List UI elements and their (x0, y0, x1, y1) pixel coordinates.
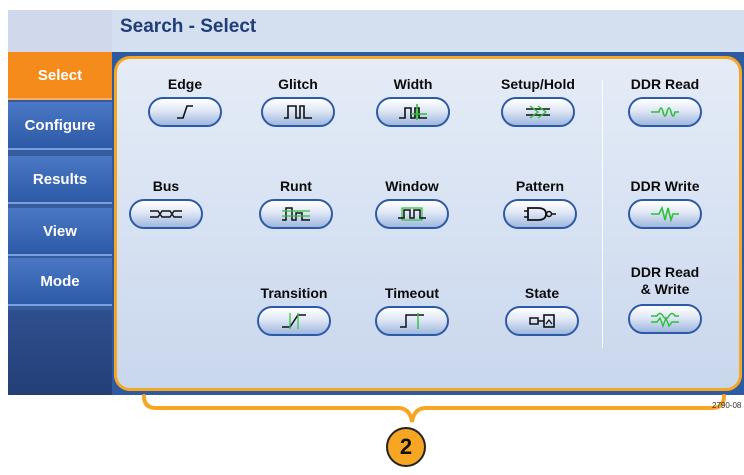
window-button[interactable] (375, 199, 449, 229)
page-title: Search - Select (120, 16, 257, 37)
sidebar-item-select[interactable]: Select (8, 52, 112, 100)
window-icon (398, 207, 426, 221)
pattern-button[interactable] (503, 199, 577, 229)
state-icon (529, 314, 555, 328)
pattern-label: Pattern (515, 178, 565, 194)
ddr-read-write-icon (651, 312, 679, 328)
search-ddr-read: DDR Read (610, 76, 720, 127)
ddr-write-label: DDR Write (630, 178, 700, 194)
glitch-label: Glitch (278, 76, 318, 92)
edge-button[interactable] (148, 97, 222, 127)
search-state: State (487, 285, 597, 336)
search-bus: Bus (111, 178, 221, 229)
search-runt: Runt (241, 178, 351, 229)
state-button[interactable] (505, 306, 579, 336)
sidebar-item-label: Results (32, 170, 88, 188)
sidebar-item-label: View (43, 222, 77, 240)
title-bar: Search - Select (8, 10, 744, 52)
sidebar-item-view[interactable]: View (8, 208, 112, 256)
width-button[interactable] (376, 97, 450, 127)
glitch-button[interactable] (261, 97, 335, 127)
runt-label: Runt (280, 178, 312, 194)
transition-label: Transition (260, 285, 328, 301)
doc-id: 2790-08 (712, 401, 742, 410)
sidebar-item-label: Mode (40, 272, 80, 290)
edge-label: Edge (167, 76, 203, 92)
sidebar: Select Configure Results View Mode (8, 52, 112, 395)
callout-number: 2 (386, 427, 426, 467)
search-width: Width (358, 76, 468, 127)
ddr-read-button[interactable] (628, 97, 702, 127)
pattern-icon (524, 207, 556, 221)
ddr-write-button[interactable] (628, 199, 702, 229)
setup-hold-icon (526, 105, 550, 119)
width-icon (399, 104, 427, 120)
ddr-write-icon (651, 205, 679, 223)
sidebar-item-label: Select (37, 66, 83, 84)
ddr-read-write-button[interactable] (628, 304, 702, 334)
bus-label: Bus (152, 178, 180, 194)
search-edge: Edge (130, 76, 240, 127)
brace-bracket (142, 394, 726, 423)
search-transition: Transition (239, 285, 349, 336)
ddr-read-icon (651, 107, 679, 117)
transition-button[interactable] (257, 306, 331, 336)
width-label: Width (393, 76, 433, 92)
search-setup-hold: Setup/Hold (483, 76, 593, 127)
search-pattern: Pattern (485, 178, 595, 229)
transition-icon (282, 313, 306, 329)
sidebar-empty-area (8, 310, 112, 395)
bus-icon (150, 210, 182, 218)
timeout-label: Timeout (384, 285, 440, 301)
setup-hold-label: Setup/Hold (501, 76, 575, 92)
search-window: Window (357, 178, 467, 229)
search-ddr-write: DDR Write (610, 178, 720, 229)
ddr-divider (602, 80, 603, 348)
window-label: Window (385, 178, 439, 194)
search-glitch: Glitch (243, 76, 353, 127)
runt-button[interactable] (259, 199, 333, 229)
sidebar-item-label: Configure (24, 116, 96, 134)
runt-icon (282, 207, 310, 221)
search-ddr-read-write: DDR Read & Write (610, 264, 720, 334)
glitch-icon (284, 105, 312, 119)
search-timeout: Timeout (357, 285, 467, 336)
title-bar-corner (8, 10, 112, 52)
bus-button[interactable] (129, 199, 203, 229)
timeout-icon (400, 313, 424, 329)
setup-hold-button[interactable] (501, 97, 575, 127)
ddr-read-label: DDR Read (630, 76, 700, 92)
ddr-read-write-label: DDR Read & Write (630, 264, 700, 297)
sidebar-item-configure[interactable]: Configure (8, 102, 112, 150)
sidebar-item-results[interactable]: Results (8, 156, 112, 204)
edge-icon (177, 105, 193, 119)
timeout-button[interactable] (375, 306, 449, 336)
state-label: State (524, 285, 560, 301)
sidebar-item-mode[interactable]: Mode (8, 258, 112, 306)
